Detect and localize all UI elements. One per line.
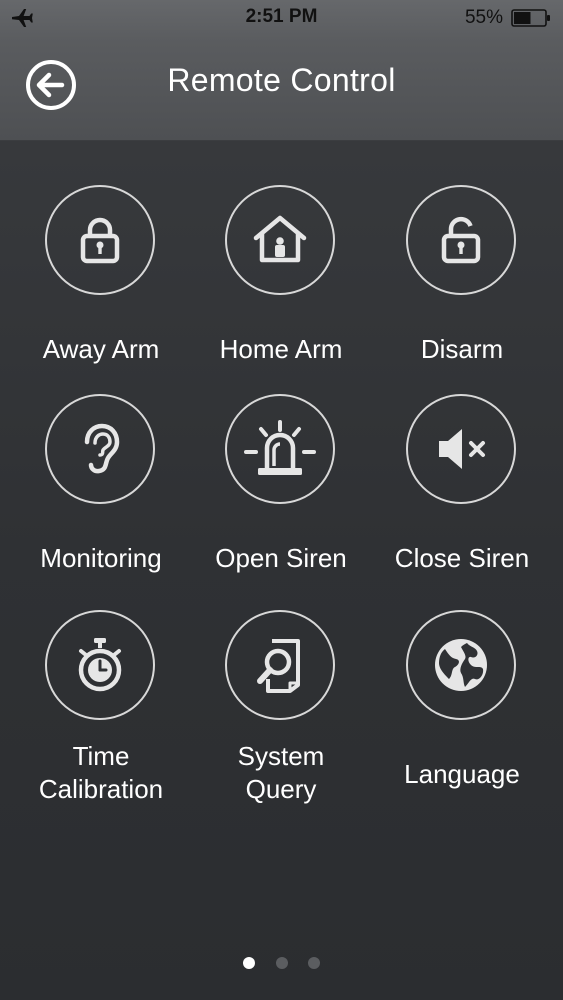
page-dot-1[interactable] [243, 957, 256, 969]
time-calibration-label-line2: Calibration [38, 774, 164, 804]
language-circle [406, 610, 516, 720]
unlocked-padlock-icon [441, 216, 481, 264]
system-query-label-line1: System [237, 741, 325, 771]
speaker-mute-icon [439, 429, 485, 469]
monitoring-label: Monitoring [40, 543, 162, 573]
disarm-label: Disarm [420, 334, 504, 364]
close-siren-label: Close Siren [394, 543, 530, 573]
open-siren-circle [225, 394, 335, 504]
system-query-circle [225, 610, 335, 720]
page-indicator [0, 956, 563, 974]
time-calibration-label: Time Calibration [0, 740, 205, 806]
away-arm-label: Away Arm [42, 334, 160, 364]
stopwatch-icon [78, 638, 122, 692]
battery-icon [511, 9, 550, 27]
monitoring-circle [45, 394, 155, 504]
home-arm-circle [225, 185, 335, 295]
globe-icon [435, 639, 487, 691]
time-calibration-label-line1: Time [72, 741, 130, 771]
page-dot-2[interactable] [275, 957, 288, 969]
document-search-icon [257, 639, 300, 693]
system-query-label-line2: Query [245, 774, 317, 804]
status-bar: 2:51 PM 55% [0, 0, 563, 36]
home-arm-label: Home Arm [219, 334, 343, 364]
close-siren-circle [406, 394, 516, 504]
open-siren-label: Open Siren [215, 543, 347, 573]
page-dot-3[interactable] [307, 957, 320, 969]
home-lock-icon [253, 215, 307, 263]
locked-padlock-icon [80, 217, 120, 264]
ear-icon [84, 423, 120, 474]
disarm-circle [406, 185, 516, 295]
siren-icon [244, 420, 316, 475]
away-arm-circle [45, 185, 155, 295]
page-title: Remote Control [167, 62, 396, 98]
time-calibration-circle [45, 610, 155, 720]
header: Remote Control [0, 36, 563, 140]
top-bar: 2:51 PM 55% Remote Control [0, 0, 563, 141]
system-query-label: System Query [177, 740, 385, 806]
battery-percent: 55% [464, 7, 503, 28]
language-label: Language [404, 759, 520, 789]
